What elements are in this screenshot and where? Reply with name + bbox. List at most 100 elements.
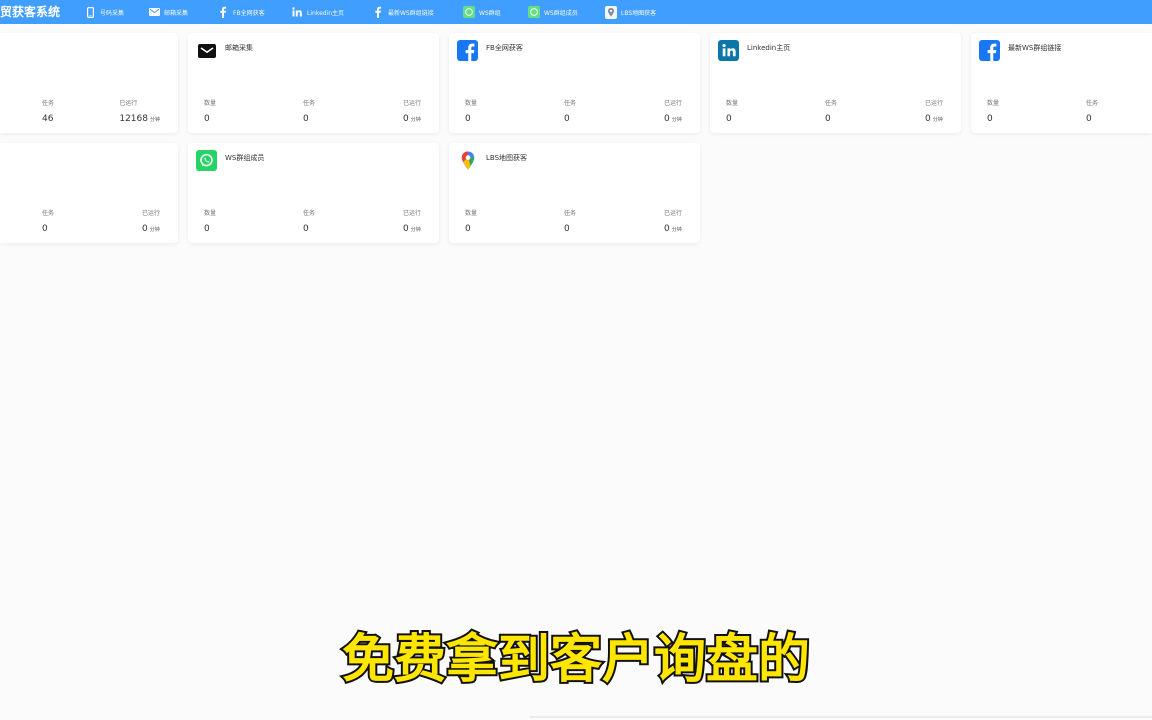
nav-label: 号码采集 <box>100 9 125 17</box>
module-card[interactable]: 任务 0 已运行 0 分钟 <box>0 143 178 243</box>
card-stats: 任务 0 已运行 0 分钟 <box>42 210 160 236</box>
stat-value: 0 <box>141 224 148 234</box>
stat-unit: 分钟 <box>671 117 682 123</box>
nav-item-linkedin[interactable]: Linkedin主页 <box>291 3 344 21</box>
nav-item-lbs-map[interactable]: LBS地图获客 <box>605 3 656 21</box>
card-title: LBS地图获客 <box>486 153 528 162</box>
card-stats: 任务 46 已运行 12168 分钟 <box>42 100 160 126</box>
stat-value-wrap: 0 分钟 <box>403 224 421 236</box>
card-title: 邮箱采集 <box>225 43 253 52</box>
card-stats: 数量 0 任务 0 已运行 0 分钟 <box>465 100 682 126</box>
stat-value-wrap: 0 分钟 <box>403 114 421 126</box>
module-card-lbs-map[interactable]: LBS地图获客 数量 0 任务 0 已运行 0 分钟 <box>449 143 700 243</box>
stat-runtime: 已运行 12168 分钟 <box>119 100 160 126</box>
envelope-icon <box>148 5 160 19</box>
whatsapp-icon <box>528 5 540 19</box>
stat-value: 0 <box>465 114 471 124</box>
stat-value: 0 <box>402 224 409 234</box>
stat-value: 0 <box>402 114 409 124</box>
card-stats: 数量 0 任务 0 已运行 0 分钟 <box>204 100 421 126</box>
stat-value: 0 <box>42 224 48 234</box>
stat-label: 数量 <box>465 210 478 217</box>
video-subtitle: 免费拿到客户询盘的 <box>340 628 812 692</box>
nav-item-fb-collect[interactable]: FB全网获客 <box>217 3 265 21</box>
linkedin-icon <box>291 5 303 19</box>
stat-runtime: 已运行 0 分钟 <box>403 210 421 236</box>
module-card-fb-collect[interactable]: FB全网获客 数量 0 任务 0 已运行 0 分钟 <box>449 33 700 133</box>
stat-value: 0 <box>987 114 993 124</box>
module-card-linkedin[interactable]: Linkedin主页 数量 0 任务 0 已运行 0 分钟 <box>710 33 961 133</box>
stat-count: 数量 0 <box>726 100 825 126</box>
card-stats: 数量 0 任务 0 已运行 0 分钟 <box>204 210 421 236</box>
card-title: Linkedin主页 <box>747 43 791 52</box>
nav-label: LBS地图获客 <box>621 9 657 17</box>
stat-label: 已运行 <box>663 210 682 217</box>
map-pin-icon <box>457 150 478 171</box>
stat-tasks: 任务 0 <box>42 210 142 236</box>
stat-label: 任务 <box>564 210 577 217</box>
nav-item-ws-group-links[interactable]: 最新WS群组链接 <box>372 3 434 21</box>
stat-runtime: 已运行 0 分钟 <box>142 210 160 236</box>
stat-unit: 分钟 <box>932 117 943 123</box>
card-title: FB全网获客 <box>486 43 523 52</box>
stat-tasks: 任务 46 <box>42 100 119 126</box>
stat-value: 0 <box>564 224 570 234</box>
divider <box>530 716 1152 718</box>
stat-label: 数量 <box>726 100 739 107</box>
stat-unit: 分钟 <box>149 117 160 123</box>
stat-value-wrap: 0 分钟 <box>664 224 682 236</box>
stat-label: 已运行 <box>402 210 421 217</box>
nav-item-phone-collect[interactable]: 号码采集 <box>84 3 124 21</box>
app-title: 贸获客系统 <box>0 5 61 19</box>
module-card-ws-group-links[interactable]: 最新WS群组链接 数量 0 任务 0 <box>971 33 1152 133</box>
stat-label: 已运行 <box>119 100 138 107</box>
stat-count: 数量 0 <box>987 100 1086 125</box>
stat-value: 0 <box>726 114 732 124</box>
stat-tasks: 任务 0 <box>825 100 924 126</box>
card-stats: 数量 0 任务 0 已运行 0 分钟 <box>465 210 682 236</box>
stat-label: 数量 <box>204 100 217 107</box>
nav-item-ws-members[interactable]: WS群组成员 <box>528 3 578 21</box>
stat-label: 任务 <box>1086 100 1099 107</box>
card-title: WS群组成员 <box>225 153 265 162</box>
stat-value: 0 <box>564 114 570 124</box>
facebook-icon <box>979 40 1000 61</box>
module-card[interactable]: 任务 46 已运行 12168 分钟 <box>0 33 178 133</box>
module-card-ws-members[interactable]: WS群组成员 数量 0 任务 0 已运行 0 分钟 <box>188 143 439 243</box>
stat-label: 数量 <box>204 210 217 217</box>
stat-value-wrap: 12168 分钟 <box>119 114 160 126</box>
facebook-icon <box>217 5 229 19</box>
card-header: 最新WS群组链接 <box>979 40 1061 61</box>
nav-item-ws-group[interactable]: WS群组 <box>463 3 501 21</box>
facebook-icon <box>457 40 478 61</box>
card-stats: 数量 0 任务 0 已运行 0 分钟 <box>726 100 943 126</box>
envelope-icon <box>196 40 217 61</box>
stat-label: 任务 <box>42 100 55 107</box>
stat-value: 46 <box>42 114 54 124</box>
stat-label: 任务 <box>303 100 316 107</box>
stat-tasks: 任务 0 <box>564 210 663 236</box>
stat-value: 0 <box>204 114 210 124</box>
stat-count: 数量 0 <box>465 210 564 236</box>
nav-item-email-collect[interactable]: 邮箱采集 <box>148 3 188 21</box>
stat-runtime: 已运行 0 分钟 <box>925 100 943 126</box>
stat-unit: 分钟 <box>410 227 421 233</box>
stat-label: 数量 <box>465 100 478 107</box>
stat-count: 数量 0 <box>204 100 303 126</box>
stat-tasks: 任务 0 <box>1086 100 1152 125</box>
stat-value: 0 <box>825 114 831 124</box>
stat-value: 0 <box>663 114 670 124</box>
card-header: LBS地图获客 <box>457 150 527 171</box>
stat-value-wrap: 0 分钟 <box>664 114 682 126</box>
stat-value: 12168 <box>119 114 148 124</box>
stat-label: 任务 <box>564 100 577 107</box>
stat-value: 0 <box>204 224 210 234</box>
stat-unit: 分钟 <box>671 227 682 233</box>
stat-label: 任务 <box>42 210 55 217</box>
stat-value: 0 <box>663 224 670 234</box>
module-card-email-collect[interactable]: 邮箱采集 数量 0 任务 0 已运行 0 分钟 <box>188 33 439 133</box>
stat-value: 0 <box>303 224 309 234</box>
stat-unit: 分钟 <box>410 117 421 123</box>
nav-label: 最新WS群组链接 <box>388 9 434 17</box>
stat-label: 已运行 <box>663 100 682 107</box>
